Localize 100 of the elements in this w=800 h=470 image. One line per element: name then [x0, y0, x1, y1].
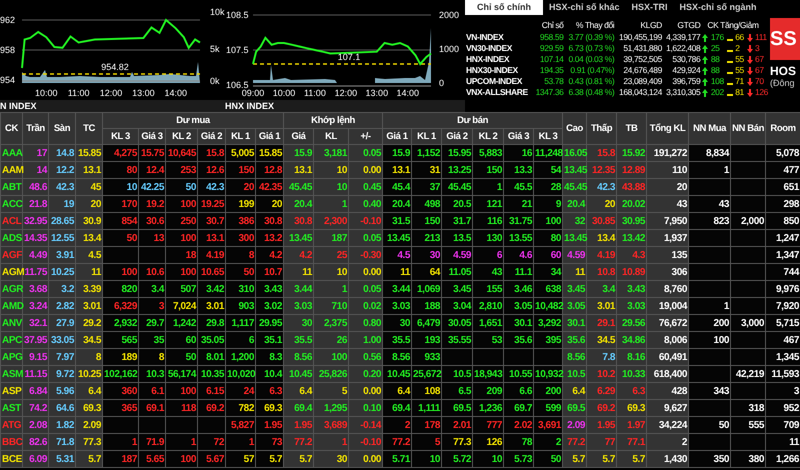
- stock-symbol: ASP: [0, 382, 22, 400]
- table-cell: 618,400: [646, 366, 689, 382]
- axis-label: 11:00: [68, 88, 90, 98]
- table-cell: 4,275: [102, 144, 138, 162]
- index-name: VN-INDEX: [465, 32, 504, 43]
- table-cell: 6.84: [22, 382, 48, 400]
- table-cell: 30.8: [284, 212, 314, 230]
- table-cell-text: 0.04 (0.03 %): [567, 54, 616, 65]
- table-cell: 35.55: [442, 332, 473, 348]
- axis-label: 12:00: [100, 88, 122, 98]
- table-cell: 21: [504, 196, 534, 212]
- tab[interactable]: HSX-chỉ số ngành: [674, 0, 763, 15]
- table-cell: 170: [102, 196, 138, 212]
- table-cell: 35.6: [562, 332, 587, 348]
- table-cell-text: 1,622,408: [665, 43, 702, 54]
- tab[interactable]: HSX-chỉ số khác: [543, 0, 626, 15]
- table-cell: 1,117: [226, 314, 256, 332]
- table-cell: 102,162: [102, 366, 138, 382]
- column-header: Giá 2: [442, 128, 473, 144]
- table-cell: 2.09: [76, 416, 102, 434]
- table-cell: 6.6: [504, 382, 534, 400]
- table-cell: 1: [166, 434, 198, 450]
- table-cell: 20.4: [284, 196, 314, 212]
- table-cell: 191,272: [646, 144, 689, 162]
- table-cell: 20.4: [382, 196, 412, 212]
- column-header: Khớp lệnh: [284, 112, 383, 128]
- table-cell: 13: [138, 230, 166, 246]
- column-header: KL 2: [472, 128, 504, 144]
- table-cell: 15.95: [442, 144, 473, 162]
- table-cell-text: 70: [754, 76, 765, 87]
- table-cell: 213: [412, 230, 442, 246]
- column-header: +/-: [348, 128, 383, 144]
- axis-label: 954: [0, 75, 16, 85]
- table-cell: 1,295: [314, 400, 349, 416]
- table-cell: 11,248: [534, 144, 563, 162]
- table-cell: 13.5: [442, 230, 473, 246]
- table-cell-text: 194.35: [538, 65, 564, 76]
- table-cell: 5.71: [382, 450, 412, 468]
- tab[interactable]: Chỉ số chính: [465, 0, 543, 15]
- table-cell: 0.05: [348, 230, 383, 246]
- table-cell: 10.89: [616, 264, 647, 280]
- column-header: Dư bán: [382, 112, 563, 128]
- table-cell: 3.03: [616, 298, 647, 314]
- table-cell: 1.97: [616, 416, 647, 434]
- table-cell: 20.5: [442, 196, 473, 212]
- table-cell: 118: [166, 400, 198, 416]
- table-cell: 100: [166, 230, 198, 246]
- table-cell: 209: [472, 382, 504, 400]
- index-name: VNX-ALLSHARE: [465, 87, 529, 98]
- table-cell: 1,266: [766, 450, 800, 468]
- column-header: TC: [76, 112, 102, 144]
- table-cell: 744: [766, 264, 800, 280]
- table-cell: 5.31: [48, 450, 76, 468]
- table-cell: 19.2: [138, 196, 166, 212]
- table-cell: 42.3: [48, 178, 76, 196]
- table-cell: 3: [138, 298, 166, 314]
- table-cell: 1: [472, 178, 504, 196]
- axis-label: 13:00: [366, 88, 388, 98]
- table-cell: 498: [412, 196, 442, 212]
- table-cell: 2,810: [472, 298, 504, 314]
- table-cell: 48.6: [22, 178, 48, 196]
- table-cell: 3.01: [586, 298, 617, 314]
- table-cell: 135: [646, 246, 689, 264]
- table-cell: 45.45: [562, 178, 587, 196]
- table-cell: 4.49: [22, 246, 48, 264]
- table-cell-text: 88: [710, 65, 720, 76]
- table-cell: 11: [284, 264, 314, 280]
- table-cell: 386: [226, 212, 256, 230]
- table-cell: 69.1: [138, 400, 166, 416]
- table-cell: 71.8: [48, 434, 76, 450]
- table-cell: 20: [646, 178, 689, 196]
- table-cell: 42.3: [198, 178, 226, 196]
- table-cell: 5: [314, 382, 349, 400]
- tab[interactable]: HSX-TRI: [626, 0, 674, 15]
- table-cell: 73: [256, 434, 284, 450]
- column-header: Giá 1: [382, 128, 412, 144]
- axis-label: 09:00: [242, 88, 264, 98]
- table-cell: 8,006: [646, 332, 689, 348]
- table-cell: 15.85: [76, 144, 102, 162]
- table-cell: 13.4: [76, 230, 102, 246]
- axis-label: 14:00: [396, 88, 420, 98]
- axis-label: 13:00: [132, 88, 155, 98]
- table-cell: 4.6: [504, 246, 534, 264]
- table-cell-text: 107.14: [538, 54, 564, 65]
- table-cell: 5.96: [48, 382, 76, 400]
- table-cell: 69.3: [76, 400, 102, 416]
- table-cell: 30.1: [562, 314, 587, 332]
- table-cell: 29.7: [138, 314, 166, 332]
- table-cell: 2,932: [102, 314, 138, 332]
- table-cell-text: 429,924: [671, 65, 702, 76]
- stock-symbol: ATG: [0, 416, 22, 434]
- table-cell: 13.1: [382, 162, 412, 178]
- table-cell: 1.82: [48, 416, 76, 434]
- table-cell: 6,479: [412, 314, 442, 332]
- stock-symbol: BBC: [0, 434, 22, 450]
- table-cell: -0.10: [348, 434, 383, 450]
- table-cell: 3.03: [382, 298, 412, 314]
- table-cell: 15.8: [198, 144, 226, 162]
- table-cell: 0.10: [348, 400, 383, 416]
- stock-symbol: BCE: [0, 450, 22, 468]
